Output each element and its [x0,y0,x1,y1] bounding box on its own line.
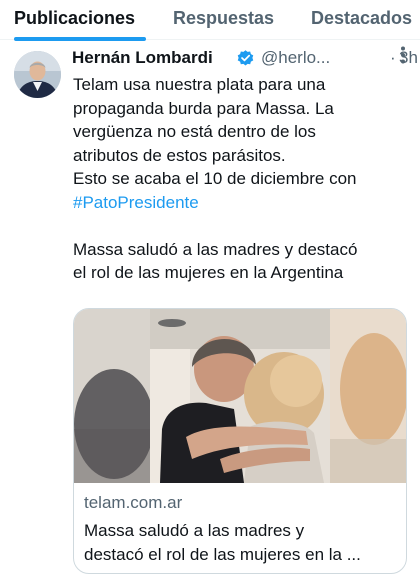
hashtag-link[interactable]: #PatoPresidente [73,191,408,215]
link-title-line: destacó el rol de las mujeres en la ... [84,545,361,564]
tweet-text-line: Esto se acaba el 10 de diciembre con [73,169,357,188]
link-domain: telam.com.ar [84,493,183,512]
link-preview-image[interactable] [74,309,406,483]
paragraph-break [73,214,408,238]
avatar[interactable] [14,51,61,98]
author-name[interactable]: Hernán Lombardi [72,48,213,68]
verified-badge-icon [237,50,254,66]
tweet-text: Telam usa nuestra plata para una propaga… [73,73,408,285]
author-handle[interactable]: @herlo... [261,48,330,68]
link-title-line: Massa saludó a las madres y [84,521,305,540]
quoted-headline-line: Massa saludó a las madres y destacó [73,239,358,259]
tweet-text-line: vergüenza no está dentro de los [73,122,316,141]
tab-respuestas[interactable]: Respuestas [173,8,274,29]
tab-destacados[interactable]: Destacados [311,8,412,29]
tab-publicaciones[interactable]: Publicaciones [14,8,135,29]
tweet-header: Hernán Lombardi @herlo... · 3h [72,48,418,70]
avatar-image [14,51,61,98]
tweet-text-line: propaganda burda para Massa. La [73,98,334,118]
profile-tabs: Publicaciones Respuestas Destacados [0,0,420,41]
photo-hug-image [74,309,406,483]
more-options-icon[interactable] [392,44,414,66]
tweet-text-line: atributos de estos parásitos. [73,145,286,165]
link-preview-card[interactable]: telam.com.ar Massa saludó a las madres y… [73,308,407,574]
active-tab-indicator [14,37,146,41]
quoted-headline-line: el rol de las mujeres en la Argentina [73,263,344,282]
tweet-text-line: Telam usa nuestra plata para una [73,75,326,94]
